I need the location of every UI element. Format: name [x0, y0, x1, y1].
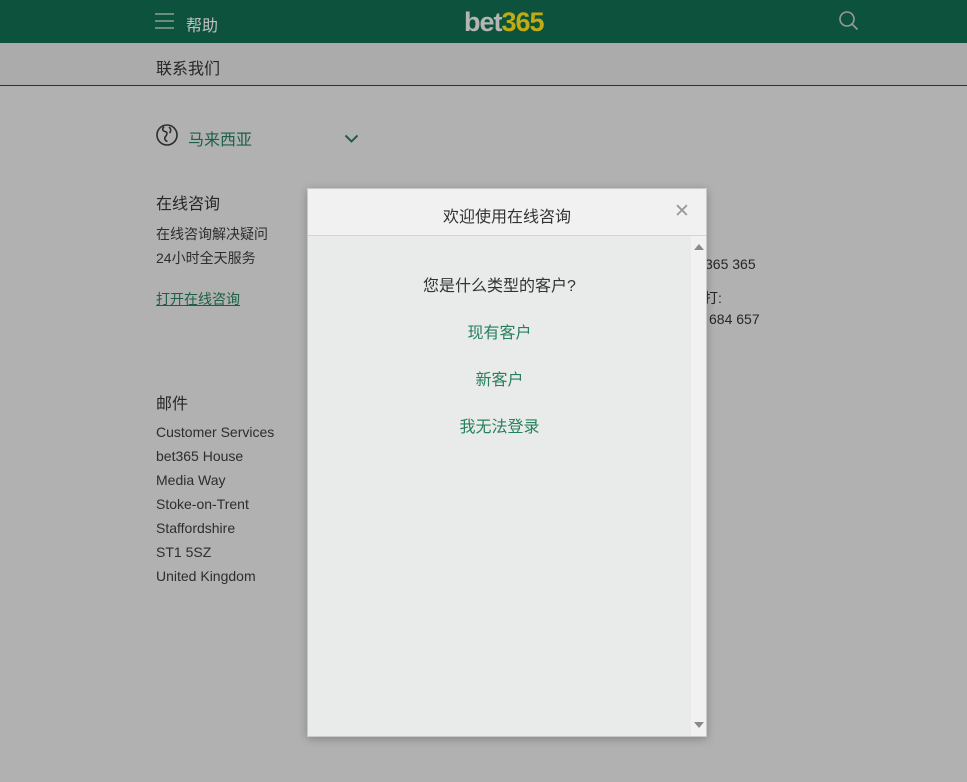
scroll-down-arrow-icon[interactable] [694, 722, 704, 728]
modal-title: 欢迎使用在线咨询 [308, 203, 706, 227]
option-new-customer[interactable]: 新客户 [308, 366, 691, 390]
modal-body: 您是什么类型的客户? 现有客户 新客户 我无法登录 [308, 236, 706, 736]
customer-type-question: 您是什么类型的客户? [308, 272, 691, 296]
live-chat-modal: 欢迎使用在线咨询 ✕ 您是什么类型的客户? 现有客户 新客户 我无法登录 [307, 188, 707, 737]
page: 帮助 bet365 联系我们 马来西亚 在 [0, 0, 967, 782]
modal-scrollbar[interactable] [691, 236, 706, 736]
option-existing-customer[interactable]: 现有客户 [308, 319, 691, 343]
close-icon[interactable]: ✕ [672, 201, 692, 221]
modal-header: 欢迎使用在线咨询 ✕ [308, 189, 706, 236]
scroll-up-arrow-icon[interactable] [694, 244, 704, 250]
option-cannot-login[interactable]: 我无法登录 [308, 413, 691, 437]
